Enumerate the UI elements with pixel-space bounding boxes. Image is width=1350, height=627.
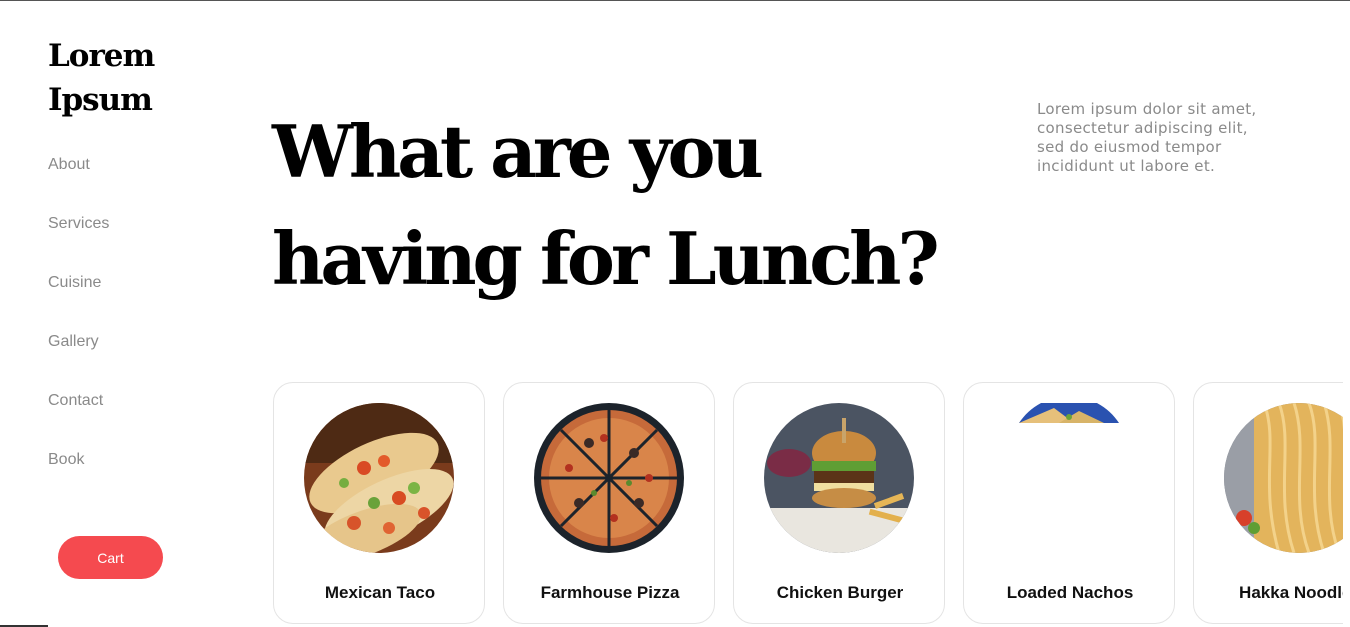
nachos-photo [1019,403,1119,423]
dish-card-farmhouse-pizza[interactable]: Farmhouse Pizza [503,382,715,624]
brand-logo-line1: Lorem [48,38,155,74]
dish-name: Chicken Burger [776,583,904,602]
top-divider [0,0,1350,1]
nav-item-services[interactable]: Services [48,214,109,273]
hero-title: What are you having for Lunch? [272,98,972,312]
dish-name: Mexican Taco [324,583,436,602]
hero-title-line2: having for Lunch? [272,216,940,301]
nav-item-about[interactable]: About [48,155,109,214]
burger-photo [764,403,914,553]
dish-name: Farmhouse Pizza [540,583,680,602]
nav-item-cuisine[interactable]: Cuisine [48,273,109,332]
dish-card-chicken-burger[interactable]: Chicken Burger [733,382,945,624]
dish-card-hakka-noodles[interactable]: Hakka Noodles [1193,382,1343,624]
hero-description: Lorem ipsum dolor sit amet, consectetur … [1037,100,1257,175]
sidebar-nav: About Services Cuisine Gallery Contact B… [48,155,109,509]
nav-item-book[interactable]: Book [48,450,109,509]
dish-card-loaded-nachos[interactable]: Loaded Nachos [963,382,1175,624]
dish-card-mexican-taco[interactable]: Mexican Taco [273,382,485,624]
pizza-photo [534,403,684,553]
brand-logo[interactable]: Lorem Ipsum [48,34,188,122]
brand-logo-line2: Ipsum [48,82,153,118]
nav-item-gallery[interactable]: Gallery [48,332,109,391]
dish-name: Hakka Noodles [1239,583,1343,602]
dish-carousel: Mexican Taco Farmhouse Pizza Chicken Bur… [273,382,1343,627]
noodles-photo [1224,403,1343,553]
dish-name: Loaded Nachos [1006,583,1134,602]
taco-photo [304,403,454,553]
nav-item-contact[interactable]: Contact [48,391,109,450]
hero-title-line1: What are you [272,109,764,194]
cart-button[interactable]: Cart [58,536,163,579]
